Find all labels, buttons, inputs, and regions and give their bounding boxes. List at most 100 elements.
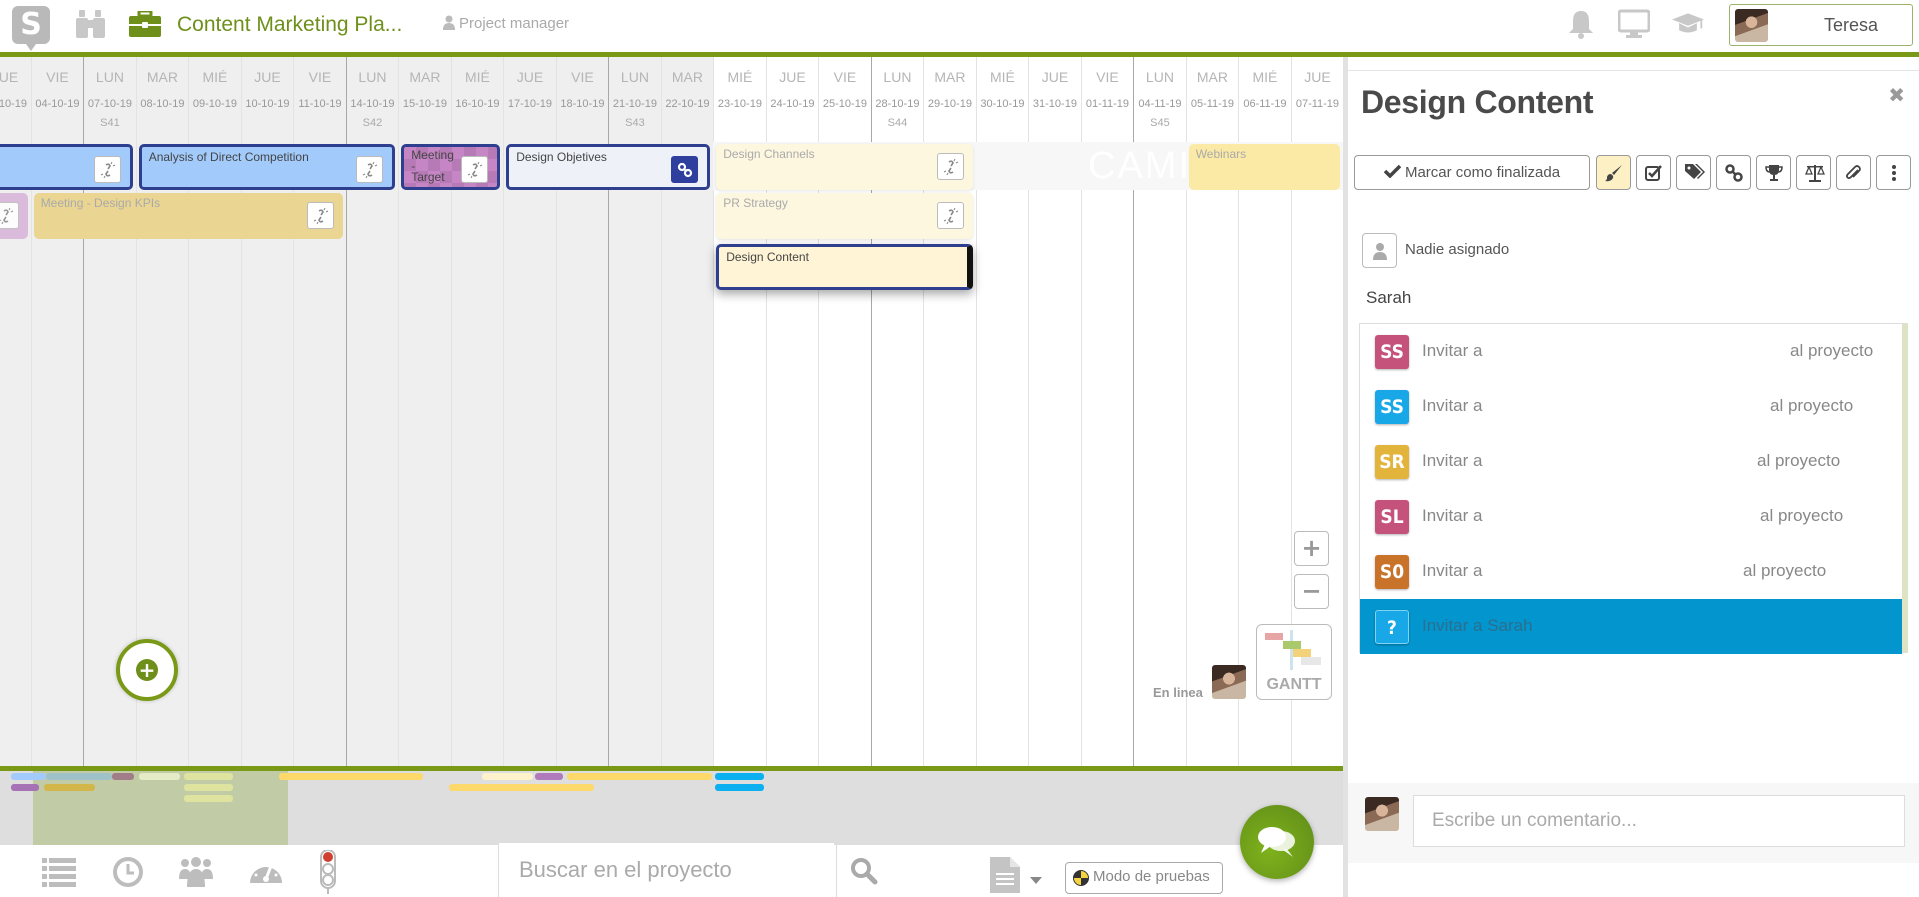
briefcase-icon[interactable]	[129, 11, 161, 37]
comment-input[interactable]	[1414, 796, 1904, 846]
search-button[interactable]	[836, 843, 896, 897]
monitor-icon[interactable]	[1618, 9, 1650, 39]
close-icon[interactable]: ✖	[1888, 83, 1905, 107]
task-bar[interactable]: Design Content	[716, 244, 973, 290]
test-mode-button[interactable]: Modo de pruebas	[1065, 862, 1223, 894]
unlink-icon[interactable]	[93, 156, 121, 183]
add-task-button[interactable]: +	[116, 639, 178, 701]
brush-icon	[1605, 165, 1622, 182]
caret-down-icon	[1030, 877, 1042, 884]
task-bar[interactable]	[0, 193, 28, 239]
assignee-search-input[interactable]: Sarah	[1366, 288, 1411, 308]
project-search-input[interactable]	[499, 843, 834, 897]
comment-field[interactable]	[1413, 795, 1905, 847]
user-initials-badge: SL	[1375, 500, 1409, 534]
user-initials-badge: SR	[1375, 445, 1409, 479]
trophy-icon	[1765, 165, 1783, 181]
task-bar[interactable]: Webinars	[1188, 144, 1341, 190]
day-name: JUE	[1304, 69, 1331, 85]
unlink-icon[interactable]	[461, 156, 489, 183]
task-title: Analysis of Direct Competition	[148, 150, 309, 164]
search-icon	[851, 858, 878, 885]
invite-option[interactable]: ? Invitar a Sarah	[1360, 599, 1902, 654]
dependencies-button[interactable]	[1716, 155, 1751, 190]
clock-icon[interactable]	[111, 855, 145, 887]
checklist-button[interactable]	[1636, 155, 1671, 190]
zoom-out-button[interactable]: −	[1294, 574, 1329, 609]
task-bar[interactable]: Meeting - Target	[401, 144, 501, 190]
invite-suffix: al proyecto	[1743, 561, 1827, 580]
task-title: Design Channels	[723, 147, 815, 161]
app: S Content Marketing Pla... Project manag…	[0, 0, 1919, 897]
task-bar[interactable]: PR Strategy	[716, 193, 973, 239]
export-document-button[interactable]	[990, 857, 1050, 893]
attachments-button[interactable]	[1836, 155, 1871, 190]
invite-label: Invitar a	[1422, 506, 1483, 525]
binoculars-icon[interactable]	[76, 10, 106, 38]
online-user-avatar[interactable]	[1212, 665, 1246, 699]
task-bar[interactable]	[0, 144, 133, 190]
bell-icon[interactable]	[1565, 9, 1597, 39]
trophy-button[interactable]	[1756, 155, 1791, 190]
task-bar[interactable]: Design Channels	[716, 144, 973, 190]
day-date: 30-10-19	[980, 98, 1025, 110]
minimap-viewport[interactable]	[33, 771, 288, 845]
mark-finished-button[interactable]: Marcar como finalizada	[1354, 155, 1590, 190]
checklist-icon	[1645, 165, 1662, 181]
unlink-icon[interactable]	[0, 202, 19, 229]
invite-option[interactable]: SS Invitar a al proyecto	[1360, 324, 1902, 379]
tags-button[interactable]	[1676, 155, 1711, 190]
brush-button[interactable]	[1596, 155, 1631, 190]
graduation-cap-icon[interactable]	[1672, 9, 1704, 39]
day-date: 21-10-19	[612, 98, 657, 110]
chat-button[interactable]	[1240, 805, 1314, 879]
invite-option[interactable]: S0 Invitar a al proyecto	[1360, 544, 1902, 599]
timeline-minimap[interactable]	[0, 766, 1343, 845]
user-name: Teresa	[1823, 15, 1879, 35]
minimap-task-bar	[449, 784, 594, 791]
team-icon[interactable]	[179, 855, 213, 887]
gantt-chart[interactable]: JUE 03-10-19 VIE 04-10-19 LUN 07-10-19 S41 MAR 0…	[0, 57, 1343, 766]
more-options-button[interactable]	[1876, 155, 1911, 190]
task-bar[interactable]: Meeting - Design KPIs	[33, 193, 343, 239]
user-menu[interactable]: Teresa	[1729, 4, 1913, 46]
link-icon[interactable]	[671, 156, 699, 183]
gantt-view-button[interactable]: GANTT	[1256, 624, 1332, 700]
day-date: 23-10-19	[717, 98, 762, 110]
test-mode-icon	[1073, 870, 1089, 886]
unlink-icon[interactable]	[936, 202, 964, 229]
assignee-label[interactable]: Nadie asignado	[1405, 241, 1509, 258]
day-date: 16-10-19	[455, 98, 500, 110]
task-bar[interactable]: Design Objetives	[506, 144, 711, 190]
traffic-light-icon[interactable]	[314, 850, 342, 894]
day-name: JUE	[1041, 69, 1069, 85]
list-icon[interactable]	[42, 855, 76, 887]
checkmark-icon	[1383, 164, 1402, 179]
project-title[interactable]: Content Marketing Pla...	[177, 13, 402, 37]
zoom-in-button[interactable]: +	[1294, 531, 1329, 566]
invite-suffix: al proyecto	[1770, 396, 1854, 415]
role-label: Project manager	[459, 15, 570, 32]
minimap-task-bar	[183, 795, 233, 802]
app-logo[interactable]: S	[12, 6, 50, 51]
day-name: MAR	[934, 69, 966, 85]
invite-option[interactable]: SR Invitar a al proyecto	[1360, 434, 1902, 489]
task-title[interactable]: Design Content	[1361, 84, 1594, 121]
invite-label: Invitar a Sarah	[1422, 616, 1533, 635]
task-bar[interactable]: Analysis of Direct Competition	[138, 144, 396, 190]
week-number: S42	[362, 117, 383, 129]
dashboard-icon[interactable]	[249, 855, 283, 887]
invite-option[interactable]: SL Invitar a al proyecto	[1360, 489, 1902, 544]
minimap-task-bar	[715, 784, 765, 791]
assignee-avatar[interactable]	[1362, 233, 1397, 268]
role-indicator: Project manager	[443, 15, 569, 32]
top-bar: S Content Marketing Pla... Project manag…	[0, 0, 1919, 52]
project-search[interactable]	[498, 843, 834, 897]
unlink-icon[interactable]	[306, 202, 334, 229]
invite-option[interactable]: SS Invitar a al proyecto	[1360, 379, 1902, 434]
unlink-icon[interactable]	[356, 156, 384, 183]
day-date: 03-10-19	[0, 98, 27, 110]
user-initials-badge: S0	[1375, 555, 1409, 589]
unlink-icon[interactable]	[936, 153, 964, 180]
balance-button[interactable]	[1796, 155, 1831, 190]
